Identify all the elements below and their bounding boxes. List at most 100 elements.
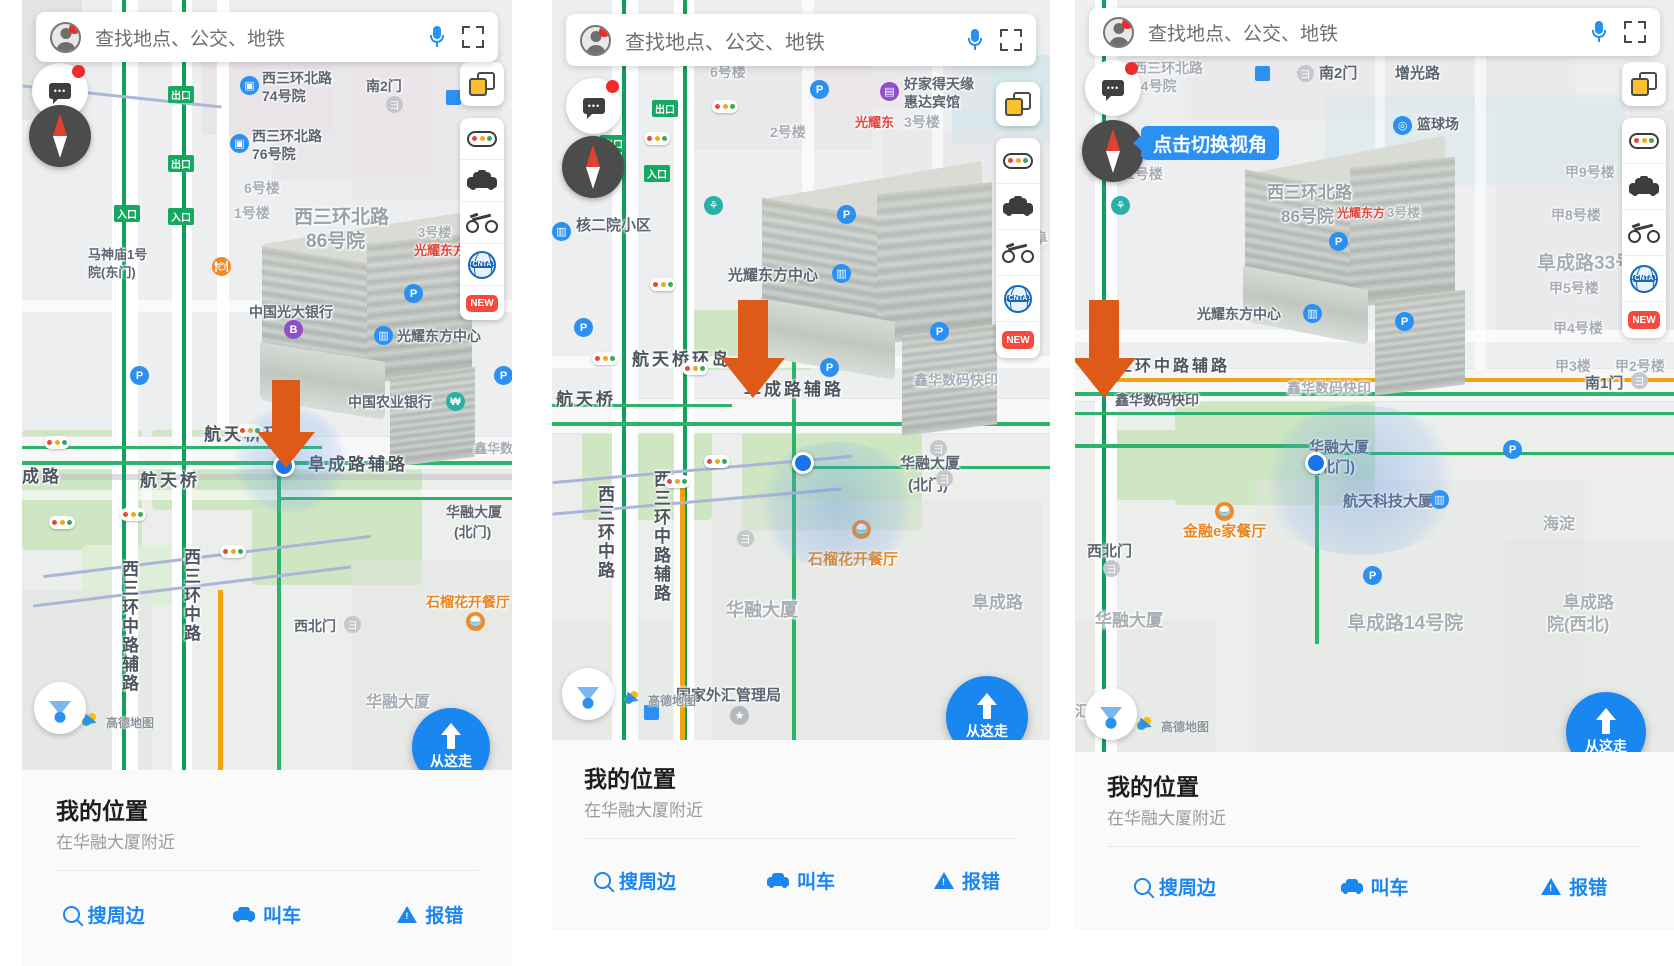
- new-feature-button[interactable]: NEW: [1622, 302, 1666, 338]
- poi-icon[interactable]: ★: [730, 706, 749, 725]
- poi-icon[interactable]: 🍽: [212, 257, 231, 276]
- warning-icon: [397, 905, 418, 923]
- mic-icon[interactable]: [430, 26, 444, 48]
- map-label: 西三环中路: [595, 485, 614, 580]
- avatar[interactable]: [50, 21, 81, 53]
- poi-icon[interactable]: ⚘: [1111, 196, 1130, 215]
- search-input[interactable]: 查找地点、公交、地铁: [625, 26, 968, 55]
- recenter-button[interactable]: [1085, 688, 1137, 740]
- notification-badge: [1125, 62, 1138, 75]
- traffic-toggle-button[interactable]: [460, 118, 504, 160]
- parking-icon[interactable]: P: [837, 205, 856, 224]
- map-layers-button[interactable]: [460, 62, 504, 106]
- mic-icon[interactable]: [968, 29, 982, 51]
- gate-icon: 彐: [1297, 65, 1314, 82]
- search-icon: [1133, 877, 1151, 895]
- entrance-label: 入口: [644, 165, 670, 182]
- bus-stop-icon[interactable]: [1255, 66, 1270, 81]
- map-label: 光耀东方: [1337, 206, 1386, 220]
- bottom-sheet-1: 我的位置 在华融大厦附近 搜周边 叫车 报错: [22, 770, 512, 966]
- map-label: 院(西北): [1547, 615, 1610, 634]
- search-input[interactable]: 查找地点、公交、地铁: [95, 24, 430, 51]
- cnta-button[interactable]: CNTA: [996, 276, 1040, 322]
- parking-icon[interactable]: P: [930, 322, 949, 341]
- mic-icon[interactable]: [1592, 21, 1606, 43]
- map-layers-button[interactable]: [996, 82, 1040, 126]
- action-search-nearby[interactable]: 搜周边: [22, 888, 185, 940]
- bike-button[interactable]: [1622, 210, 1666, 256]
- poi-icon[interactable]: ▣: [240, 76, 259, 95]
- map-tool-rail[interactable]: CNTA NEW: [460, 118, 504, 320]
- parking-icon[interactable]: P: [810, 80, 829, 99]
- map-tool-rail[interactable]: CNTA NEW: [996, 138, 1040, 358]
- action-call-car[interactable]: 叫车: [185, 888, 348, 940]
- action-report-error[interactable]: 报错: [884, 854, 1050, 906]
- action-search-nearby[interactable]: 搜周边: [552, 854, 718, 906]
- recenter-button[interactable]: [562, 668, 614, 720]
- new-feature-button[interactable]: NEW: [996, 322, 1040, 358]
- scan-icon[interactable]: [1000, 29, 1022, 51]
- bus-stop-icon[interactable]: [446, 90, 461, 105]
- scan-icon[interactable]: [462, 26, 484, 48]
- taxi-button[interactable]: [1622, 164, 1666, 210]
- action-call-car[interactable]: 叫车: [1275, 860, 1475, 912]
- parking-icon[interactable]: P: [1363, 566, 1382, 585]
- action-call-car[interactable]: 叫车: [718, 854, 884, 906]
- compass-button[interactable]: [562, 136, 624, 198]
- map-label: 航天桥: [140, 471, 200, 490]
- search-bar-2[interactable]: 查找地点、公交、地铁: [566, 14, 1036, 66]
- poi-icon[interactable]: ▥: [1303, 304, 1322, 323]
- search-bar-1[interactable]: 查找地点、公交、地铁: [36, 12, 498, 62]
- hotel-icon[interactable]: ▤: [880, 82, 899, 101]
- globe-icon: CNTA: [1630, 264, 1658, 293]
- switch-view-tooltip[interactable]: 点击切换视角: [1141, 126, 1280, 160]
- poi-icon[interactable]: ◎: [1393, 116, 1412, 135]
- parking-icon[interactable]: P: [574, 318, 593, 337]
- poi-icon[interactable]: ₩: [446, 392, 465, 411]
- map-label: 2号楼: [770, 124, 806, 140]
- parking-icon[interactable]: P: [1503, 440, 1522, 459]
- traffic-toggle-button[interactable]: [1622, 118, 1666, 164]
- map-label: 86号院: [1281, 207, 1334, 226]
- message-button[interactable]: •••: [566, 78, 622, 134]
- taxi-button[interactable]: [996, 184, 1040, 230]
- bike-icon: [1628, 222, 1660, 243]
- bike-icon: [466, 212, 498, 233]
- cnta-button[interactable]: CNTA: [460, 244, 504, 286]
- poi-icon[interactable]: ▣: [230, 134, 249, 153]
- avatar[interactable]: [1103, 16, 1134, 48]
- traffic-toggle-button[interactable]: [996, 138, 1040, 184]
- sheet-title: 我的位置: [1107, 774, 1199, 800]
- parking-icon[interactable]: P: [1395, 312, 1414, 331]
- map-layers-button[interactable]: [1622, 62, 1666, 106]
- parking-icon[interactable]: P: [1329, 232, 1348, 251]
- avatar[interactable]: [580, 24, 611, 56]
- parking-icon[interactable]: P: [494, 366, 512, 385]
- restaurant-icon[interactable]: 🍚: [1215, 502, 1234, 521]
- amap-logo-icon: [82, 712, 102, 732]
- action-report-error[interactable]: 报错: [1474, 860, 1674, 912]
- poi-icon[interactable]: ⚘: [704, 196, 723, 215]
- cnta-button[interactable]: CNTA: [1622, 256, 1666, 302]
- poi-icon[interactable]: ▥: [374, 326, 393, 345]
- compass-button[interactable]: [1082, 120, 1144, 182]
- map-tool-rail[interactable]: CNTA NEW: [1622, 118, 1666, 338]
- bank-icon[interactable]: B: [284, 320, 303, 339]
- parking-icon[interactable]: P: [130, 366, 149, 385]
- message-button[interactable]: •••: [1085, 60, 1141, 116]
- new-feature-button[interactable]: NEW: [460, 286, 504, 320]
- action-search-nearby[interactable]: 搜周边: [1075, 860, 1275, 912]
- scan-icon[interactable]: [1624, 21, 1646, 43]
- search-bar-3[interactable]: 查找地点、公交、地铁: [1089, 8, 1660, 56]
- restaurant-icon[interactable]: 🍚: [466, 612, 485, 631]
- poi-icon[interactable]: ▥: [832, 264, 851, 283]
- action-report-error[interactable]: 报错: [349, 888, 512, 940]
- bike-button[interactable]: [460, 202, 504, 244]
- search-input[interactable]: 查找地点、公交、地铁: [1148, 19, 1592, 46]
- compass-button[interactable]: [29, 105, 91, 167]
- parking-icon[interactable]: P: [404, 284, 423, 303]
- poi-icon[interactable]: ▥: [552, 222, 571, 241]
- recenter-button[interactable]: [34, 682, 86, 734]
- taxi-button[interactable]: [460, 160, 504, 202]
- bike-button[interactable]: [996, 230, 1040, 276]
